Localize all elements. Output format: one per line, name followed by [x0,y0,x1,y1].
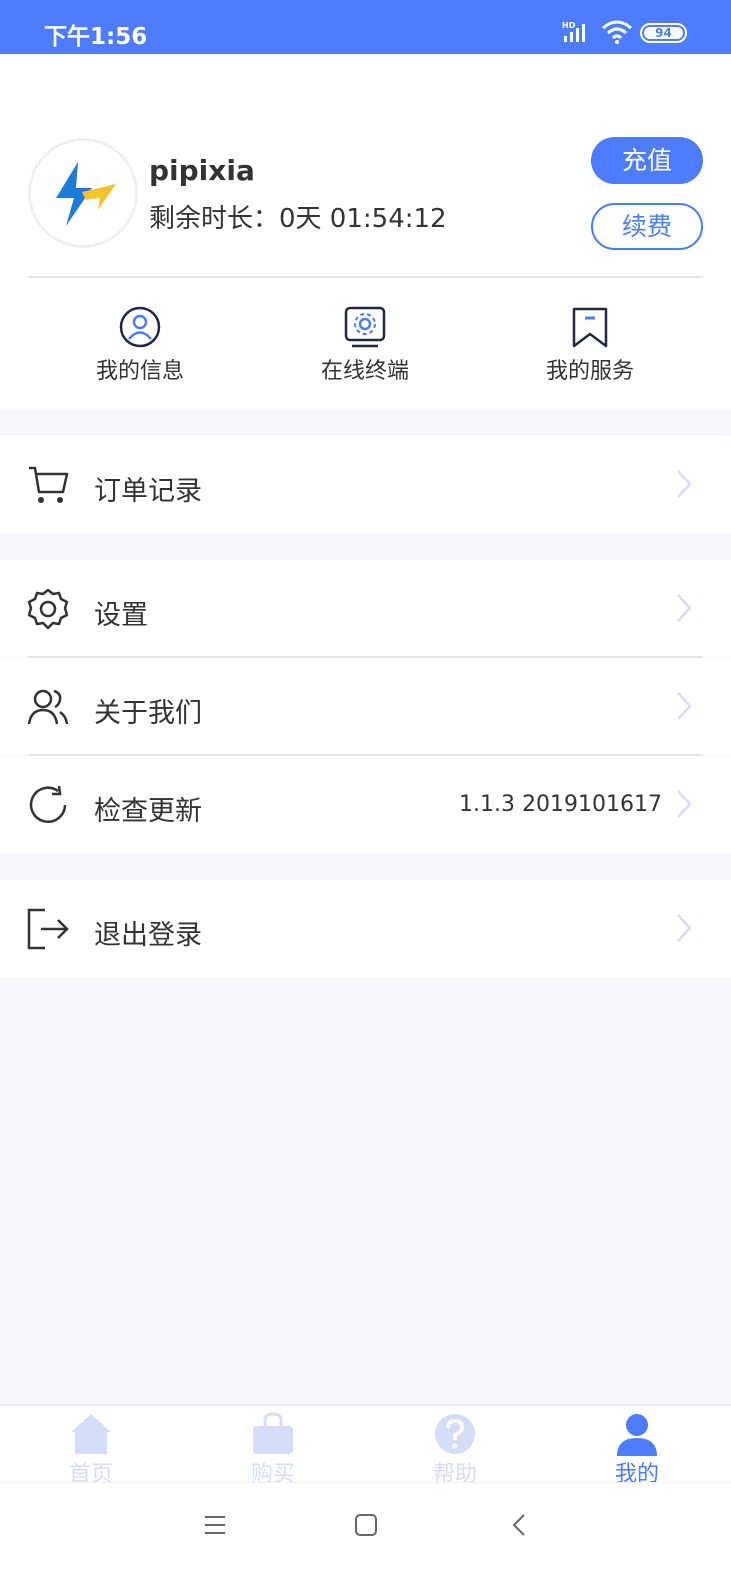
lightning-logo-icon [56,162,116,226]
avatar[interactable] [28,138,138,248]
help-icon [435,1414,475,1454]
network-type: HD [562,21,576,30]
menu-item-label: 检查更新 [94,796,202,827]
menu-item-about[interactable]: 关于我们 [0,658,731,755]
back-icon[interactable] [508,1513,532,1537]
shopping-bag-icon [253,1412,293,1454]
chevron-right-icon [677,692,692,720]
menu-item-logout[interactable]: 退出登录 [0,880,731,977]
chevron-right-icon [677,470,692,498]
menu-item-settings[interactable]: 设置 [0,560,731,657]
chevron-right-icon [677,914,692,942]
menu-icon[interactable] [203,1513,227,1537]
renew-button[interactable]: 续费 [591,203,703,250]
bookmark-icon [572,307,608,348]
my-service-label: 我的服务 [545,359,634,384]
tab-help[interactable]: 帮助 [395,1410,515,1487]
tab-home[interactable]: 首页 [31,1410,151,1487]
menu-item-label: 退出登录 [94,920,202,951]
monitor-gear-icon [344,306,386,348]
my-info-link[interactable]: 我的信息 [60,306,220,386]
menu-item-check-update[interactable]: 检查更新 1.1.3 2019101617 [0,756,731,853]
profile-card: pipixia 剩余时长：0天 01:54:12 充值 续费 我的信息 在线终端… [0,54,731,410]
battery-level: 94 [644,27,683,39]
my-service-link[interactable]: 我的服务 [510,306,670,386]
logout-icon [27,908,69,950]
recharge-button[interactable]: 充值 [591,137,703,184]
menu-item-orders[interactable]: 订单记录 [0,436,731,533]
version-value: 1.1.3 2019101617 [459,792,662,817]
username: pipixia [149,154,255,187]
home-square-icon[interactable] [354,1513,378,1537]
menu-item-label: 订单记录 [94,476,202,507]
my-info-label: 我的信息 [95,359,184,384]
tab-mine[interactable]: 我的 [577,1410,697,1487]
cart-icon [29,466,69,503]
remaining-time: 剩余时长：0天 01:54:12 [149,204,447,234]
gear-icon [27,588,69,630]
refresh-icon [29,785,67,823]
user-circle-icon [119,306,161,348]
online-terminal-link[interactable]: 在线终端 [285,306,445,386]
users-icon [27,689,69,725]
system-nav-bar [0,1482,731,1584]
tab-bar: 首页 购买 帮助 我的 [0,1404,731,1487]
online-terminal-label: 在线终端 [320,359,409,384]
status-bar: 下午1:56 HD 94 [0,0,731,54]
menu-item-label: 设置 [94,600,148,631]
home-icon [71,1414,111,1454]
status-time: 下午1:56 [44,24,148,50]
tab-buy[interactable]: 购买 [213,1410,333,1487]
chevron-right-icon [677,790,692,818]
divider [28,276,703,278]
battery-icon: 94 [640,23,687,43]
user-icon [617,1414,657,1456]
wifi-icon [601,20,633,48]
signal-icon: HD [562,20,592,48]
menu-item-label: 关于我们 [94,698,202,729]
chevron-right-icon [677,594,692,622]
